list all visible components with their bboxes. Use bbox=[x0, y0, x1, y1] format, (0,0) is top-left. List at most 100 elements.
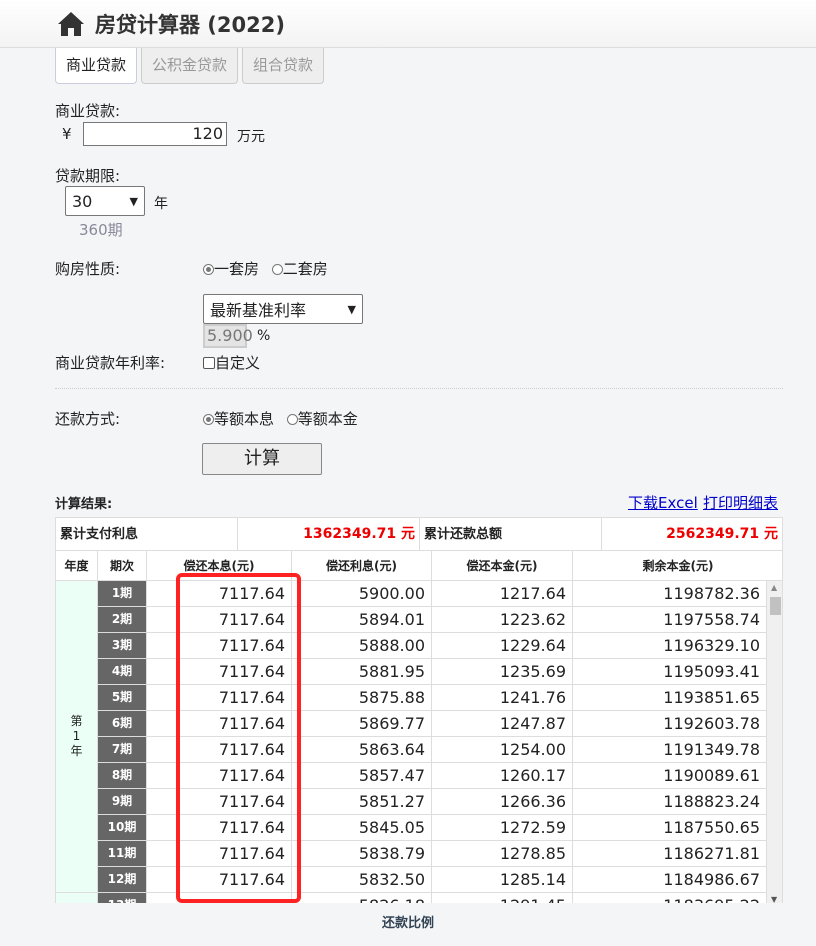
remaining-cell: 1186271.81 bbox=[573, 841, 767, 867]
remaining-cell: 1191349.78 bbox=[573, 737, 767, 763]
period-cell: 7期 bbox=[98, 737, 147, 763]
radio-first-home[interactable] bbox=[203, 264, 214, 275]
loan-label: 商业贷款: bbox=[55, 102, 121, 120]
app-header: 房贷计算器 (2022) bbox=[0, 0, 816, 48]
period-cell: 13期 bbox=[98, 893, 147, 903]
year-cell bbox=[56, 893, 98, 903]
currency-symbol: ¥ bbox=[62, 125, 72, 143]
loan-unit: 万元 bbox=[237, 129, 265, 145]
tab-provident[interactable]: 公积金贷款 bbox=[141, 48, 239, 84]
tab-commercial[interactable]: 商业贷款 bbox=[55, 48, 138, 84]
header-principal: 偿还本金(元) bbox=[432, 551, 573, 581]
total-interest-value: 1362349.71 元 bbox=[238, 518, 420, 551]
principal-cell: 1229.64 bbox=[432, 633, 573, 659]
radio-equal-principal[interactable] bbox=[286, 414, 298, 425]
radio-second-home[interactable] bbox=[271, 264, 283, 275]
period-cell: 1期 bbox=[98, 581, 147, 607]
header-period: 期次 bbox=[98, 551, 147, 581]
calculate-button[interactable]: 计算 bbox=[202, 443, 322, 475]
header-interest: 偿还利息(元) bbox=[292, 551, 432, 581]
principal-cell: 1291.45 bbox=[432, 893, 573, 903]
period-cell: 8期 bbox=[98, 763, 147, 789]
interest-cell: 5869.77 bbox=[292, 711, 432, 737]
results-table: 累计支付利息 1362349.71 元 累计还款总额 2562349.71 元 … bbox=[55, 517, 783, 903]
header-remaining: 剩余本金(元) bbox=[573, 551, 782, 581]
interest-cell: 5900.00 bbox=[292, 581, 432, 607]
term-label: 贷款期限: bbox=[55, 167, 121, 185]
term-select[interactable]: 30 ▼ bbox=[65, 186, 145, 216]
method-radio-group: 等额本息 等额本金 bbox=[203, 408, 358, 429]
results-title: 计算结果: bbox=[55, 497, 113, 512]
total-payment-value: 2562349.71 元 bbox=[602, 518, 782, 551]
total-interest-label: 累计支付利息 bbox=[56, 518, 238, 551]
interest-cell: 5851.27 bbox=[292, 789, 432, 815]
interest-cell: 5857.47 bbox=[292, 763, 432, 789]
remaining-cell: 1190089.61 bbox=[573, 763, 767, 789]
term-periods: 360期 bbox=[79, 221, 123, 239]
equal-installment-label: 等额本息 bbox=[214, 410, 275, 428]
remaining-cell: 1184986.67 bbox=[573, 867, 767, 893]
term-value: 30 bbox=[72, 191, 93, 211]
interest-cell: 5832.50 bbox=[292, 867, 432, 893]
interest-cell: 5863.64 bbox=[292, 737, 432, 763]
scrollbar-thumb[interactable] bbox=[770, 597, 781, 615]
method-label: 还款方式: bbox=[55, 410, 121, 428]
rate-input[interactable]: 5.900 bbox=[203, 324, 253, 348]
remaining-cell: 1192603.78 bbox=[573, 711, 767, 737]
nature-radio-group: 一套房 二套房 bbox=[203, 258, 328, 279]
interest-cell: 5826.18 bbox=[292, 893, 432, 903]
print-details-link[interactable]: 打印明细表 bbox=[703, 492, 778, 513]
chevron-down-icon: ▼ bbox=[129, 194, 138, 208]
period-cell: 9期 bbox=[98, 789, 147, 815]
principal-cell: 1278.85 bbox=[432, 841, 573, 867]
remaining-cell: 1187550.65 bbox=[573, 815, 767, 841]
period-cell: 12期 bbox=[98, 867, 147, 893]
period-cell: 3期 bbox=[98, 633, 147, 659]
period-cell: 4期 bbox=[98, 659, 147, 685]
custom-rate-checkbox[interactable] bbox=[203, 357, 215, 369]
interest-cell: 5881.95 bbox=[292, 659, 432, 685]
custom-rate-option: 自定义 bbox=[203, 352, 260, 373]
first-home-label: 一套房 bbox=[214, 260, 260, 278]
remaining-cell: 1197558.74 bbox=[573, 607, 767, 633]
period-cell: 11期 bbox=[98, 841, 147, 867]
second-home-label: 二套房 bbox=[282, 260, 328, 278]
radio-equal-installment[interactable] bbox=[203, 414, 214, 425]
remaining-cell: 1198782.36 bbox=[573, 581, 767, 607]
principal-cell: 1254.00 bbox=[432, 737, 573, 763]
principal-cell: 1260.17 bbox=[432, 763, 573, 789]
year-cell: 第 1 年 bbox=[56, 581, 98, 893]
download-excel-link[interactable]: 下载Excel bbox=[628, 492, 698, 513]
rate-select[interactable]: 最新基准利率 ▼ bbox=[203, 294, 363, 324]
interest-cell: 5838.79 bbox=[292, 841, 432, 867]
remaining-cell: 1183695.22 bbox=[573, 893, 767, 903]
principal-cell: 1247.87 bbox=[432, 711, 573, 737]
principal-cell: 1223.62 bbox=[432, 607, 573, 633]
interest-cell: 5845.05 bbox=[292, 815, 432, 841]
interest-cell: 5888.00 bbox=[292, 633, 432, 659]
principal-cell: 1272.59 bbox=[432, 815, 573, 841]
scroll-up-icon[interactable]: ▲ bbox=[771, 583, 777, 592]
table-scrollbar[interactable]: ▲ ▼ bbox=[767, 581, 782, 903]
principal-cell: 1266.36 bbox=[432, 789, 573, 815]
rate-label: 商业贷款年利率: bbox=[55, 354, 166, 372]
header-year: 年度 bbox=[56, 551, 98, 581]
custom-rate-label: 自定义 bbox=[215, 354, 261, 372]
interest-cell: 5894.01 bbox=[292, 607, 432, 633]
remaining-cell: 1195093.41 bbox=[573, 659, 767, 685]
scroll-down-icon[interactable]: ▼ bbox=[771, 895, 777, 903]
interest-cell: 5875.88 bbox=[292, 685, 432, 711]
tab-combined[interactable]: 组合贷款 bbox=[242, 48, 325, 84]
principal-cell: 1241.76 bbox=[432, 685, 573, 711]
chevron-down-icon: ▼ bbox=[347, 302, 356, 316]
rate-select-value: 最新基准利率 bbox=[210, 301, 307, 320]
divider bbox=[55, 388, 783, 389]
loan-amount-input[interactable]: 120 bbox=[83, 122, 227, 146]
nature-label: 购房性质: bbox=[55, 260, 121, 278]
remaining-cell: 1196329.10 bbox=[573, 633, 767, 659]
equal-principal-label: 等额本金 bbox=[297, 410, 358, 428]
repayment-ratio-heading: 还款比例 bbox=[381, 916, 434, 931]
period-cell: 6期 bbox=[98, 711, 147, 737]
period-cell: 2期 bbox=[98, 607, 147, 633]
remaining-cell: 1193851.65 bbox=[573, 685, 767, 711]
